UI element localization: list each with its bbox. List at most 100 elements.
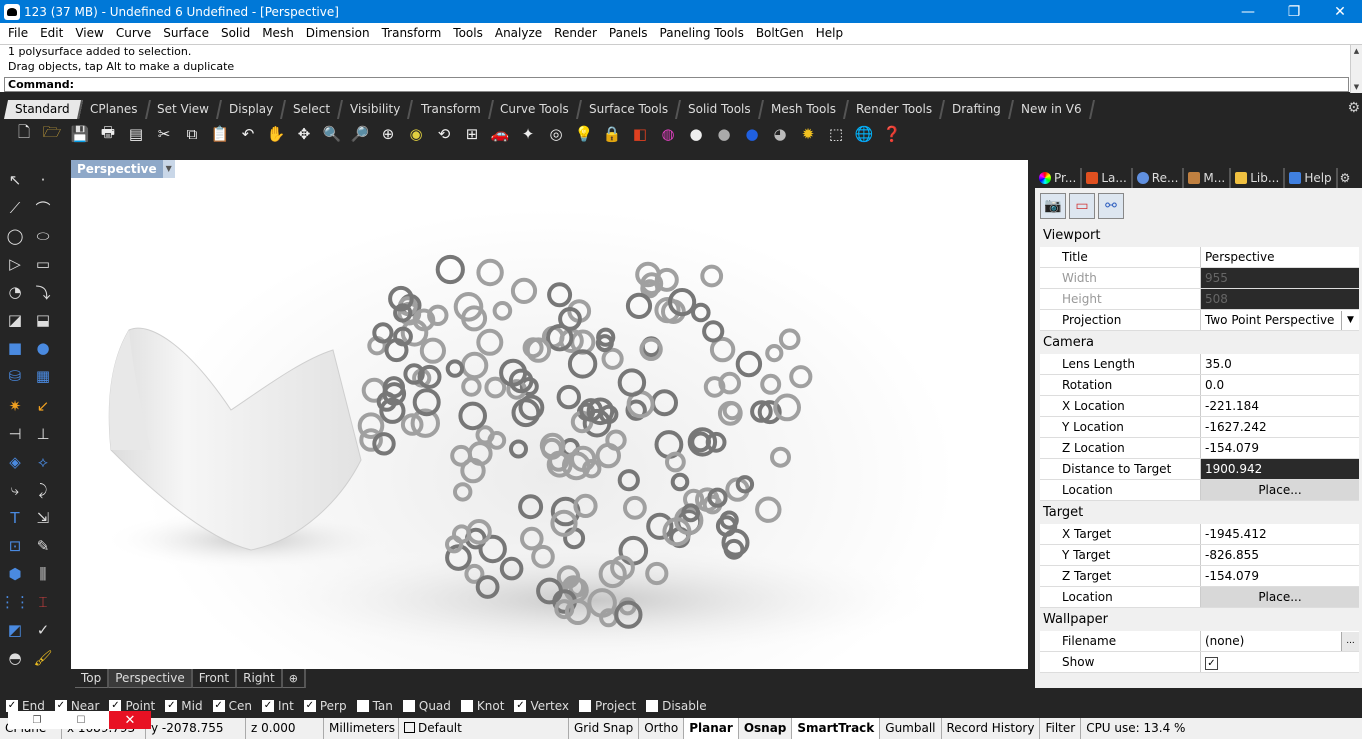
gumball-icon[interactable]: ⌶ [30,589,56,615]
boolean-diff-icon[interactable]: ⟡ [30,449,56,475]
dimension-icon[interactable]: ⇲ [30,505,56,531]
record-history-toggle[interactable]: Record History [942,718,1041,739]
perspective-viewport[interactable]: Perspective ▼ [71,160,1028,669]
zoom-window-icon[interactable]: 🔎 [349,123,371,145]
rotate-view-icon[interactable]: ⟲ [433,123,455,145]
osnap-checkbox[interactable]: ✓ [165,700,178,712]
paste-icon[interactable]: 📋 [209,123,231,145]
split-icon[interactable]: ⊣ [2,421,28,447]
mesh-icon[interactable]: ▦ [30,363,56,389]
panel-tab-properties[interactable]: Pr... [1035,168,1083,188]
rectangle-icon[interactable]: ▭ [30,251,56,277]
close-icon[interactable]: ✕ [109,711,151,729]
help-icon[interactable]: ❓ [881,123,903,145]
distance-to-target-field[interactable]: 1900.942 [1200,459,1359,479]
explode-icon[interactable]: ✷ [2,393,28,419]
sphere-blue-icon[interactable]: ● [741,123,763,145]
menu-transform[interactable]: Transform [376,23,448,44]
osnap-checkbox[interactable]: ✓ [212,700,225,712]
gear-sun-icon[interactable]: ✹ [797,123,819,145]
panel-tab-help[interactable]: Help [1285,168,1338,188]
save-icon[interactable]: 💾 [69,123,91,145]
y-location-field[interactable]: -1627.242 [1200,417,1359,437]
text-icon[interactable]: T [2,505,28,531]
restore-icon[interactable]: ❐ [22,711,52,729]
menu-mesh[interactable]: Mesh [256,23,300,44]
z-target-field[interactable]: -154.079 [1200,566,1359,586]
menu-dimension[interactable]: Dimension [300,23,376,44]
menu-file[interactable]: File [2,23,34,44]
car-icon[interactable]: 🚗 [489,123,511,145]
edit-icon[interactable]: ✎ [30,533,56,559]
scroll-up-icon[interactable]: ▲ [1351,45,1362,57]
open-file-icon[interactable]: 🗁 [41,123,63,145]
cut-icon[interactable]: ✂ [153,123,175,145]
tab-select[interactable]: Select [282,100,344,119]
circle-icon[interactable]: ◎ [545,123,567,145]
osnap-checkbox[interactable]: ✓ [303,700,316,712]
select-arrow-icon[interactable]: ↖ [2,167,28,193]
layer-selector[interactable]: Default [399,718,569,739]
panel-tab-materials[interactable]: M... [1184,168,1232,188]
trim-icon[interactable]: ⊥ [30,421,56,447]
planar-toggle[interactable]: Planar [684,718,739,739]
osnap-tan[interactable]: Tan [356,699,393,713]
viewport-frame-icon[interactable]: ▭ [1069,193,1095,219]
tab-mesh-tools[interactable]: Mesh Tools [759,100,849,119]
filename-field[interactable]: (none)... [1200,631,1359,651]
four-viewports-icon[interactable]: ⊞ [461,123,483,145]
gear-icon[interactable]: ⚙ [1347,100,1360,116]
polyline-icon[interactable]: ⟋ [2,195,28,221]
viewport-tab-perspective[interactable]: Perspective [109,669,193,688]
osnap-perp[interactable]: ✓ Perp [303,699,347,713]
command-input[interactable]: Command: [4,77,1349,92]
chevron-down-icon[interactable]: ▼ [162,160,175,178]
minimize-button[interactable]: — [1225,0,1271,23]
viewport-tab-front[interactable]: Front [192,669,238,688]
menu-edit[interactable]: Edit [34,23,69,44]
camera-icon[interactable]: 📷 [1040,193,1066,219]
block-icon[interactable]: ⬢ [2,561,28,587]
boolean-union-icon[interactable]: ◈ [2,449,28,475]
menu-solid[interactable]: Solid [215,23,256,44]
arc-icon[interactable]: ◔ [2,279,28,305]
color-wheel-icon[interactable]: ◍ [657,123,679,145]
camera-place-button[interactable]: Place... [1200,480,1359,500]
osnap-checkbox[interactable]: ✓ [514,700,527,712]
menu-paneling-tools[interactable]: Paneling Tools [654,23,750,44]
tab-visibility[interactable]: Visibility [339,100,414,119]
polygon-icon[interactable]: ▷ [2,251,28,277]
viewport-tab-right[interactable]: Right [237,669,283,688]
add-viewport-icon[interactable]: ⊕ [282,669,306,688]
surface-icon[interactable]: ◪ [2,307,28,333]
check-icon[interactable]: ✓ [30,617,56,643]
chevron-down-icon[interactable]: ▼ [1341,311,1359,330]
osnap-vertex[interactable]: ✓ Vertex [514,699,569,713]
osnap-checkbox[interactable] [356,700,369,712]
menu-help[interactable]: Help [810,23,849,44]
import-icon[interactable]: ▤ [125,123,147,145]
y-target-field[interactable]: -826.855 [1200,545,1359,565]
menu-curve[interactable]: Curve [110,23,157,44]
menu-panels[interactable]: Panels [603,23,654,44]
lock-icon[interactable]: 🔒 [601,123,623,145]
arrow-icon[interactable]: ↙ [30,393,56,419]
tab-solid-tools[interactable]: Solid Tools [677,100,764,119]
zoom-icon[interactable]: 🔍 [321,123,343,145]
undo-icon[interactable]: ↶ [237,123,259,145]
sphere-rendered-icon[interactable]: ◕ [769,123,791,145]
tab-set-view[interactable]: Set View [146,100,223,119]
projection-select[interactable]: Two Point Perspective ▼ [1200,310,1359,330]
array-icon[interactable]: ⫼ [30,561,56,587]
light-icon[interactable]: 💡 [573,123,595,145]
menu-surface[interactable]: Surface [157,23,215,44]
units-label[interactable]: Millimeters [324,718,399,739]
pan-hand-icon[interactable]: ✋ [265,123,287,145]
curve-icon[interactable]: ⌒ [30,195,56,221]
paint-icon[interactable]: 🖌 [30,645,56,671]
osnap-knot[interactable]: Knot [460,699,504,713]
menu-analyze[interactable]: Analyze [489,23,548,44]
print-icon[interactable]: 🖶 [97,123,119,145]
lens-length-field[interactable]: 35.0 [1200,354,1359,374]
offset-icon[interactable]: ⤷ [2,477,28,503]
